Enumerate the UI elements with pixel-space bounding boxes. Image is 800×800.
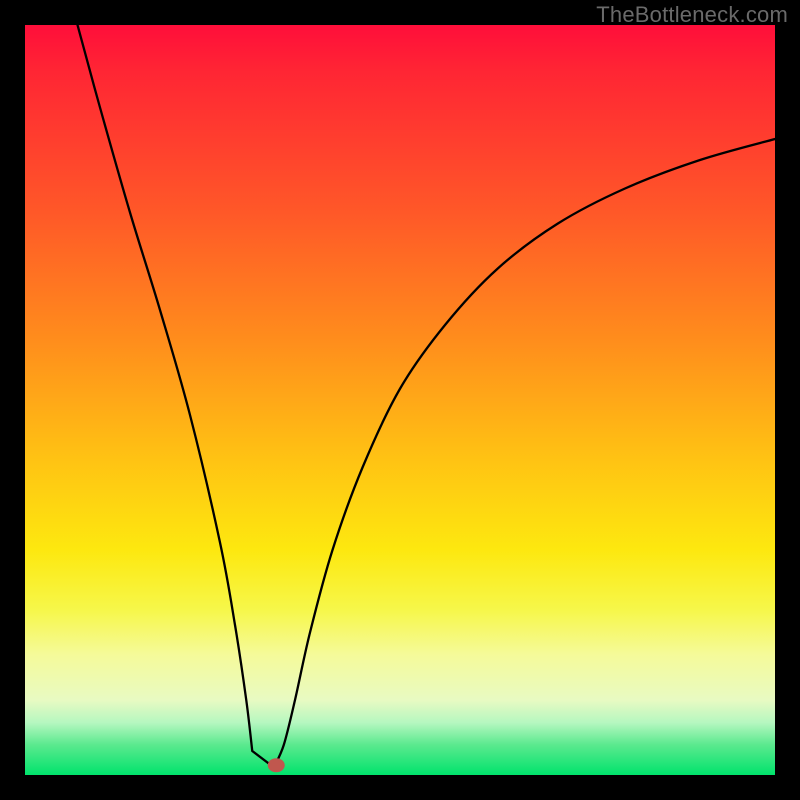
curve-layer (25, 25, 775, 775)
chart-frame: TheBottleneck.com (0, 0, 800, 800)
bottleneck-curve (78, 25, 776, 768)
plot-area (25, 25, 775, 775)
watermark-text: TheBottleneck.com (596, 2, 788, 28)
optimum-marker-icon (268, 758, 285, 772)
